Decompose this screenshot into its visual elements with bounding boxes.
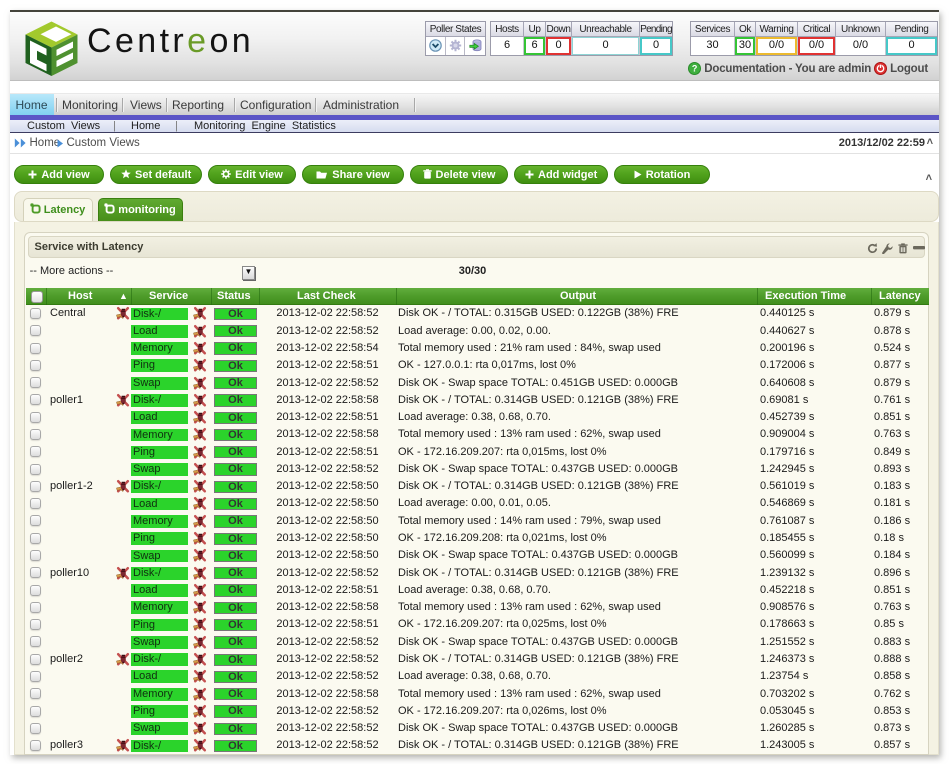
svg-text:?: ? bbox=[692, 64, 697, 74]
